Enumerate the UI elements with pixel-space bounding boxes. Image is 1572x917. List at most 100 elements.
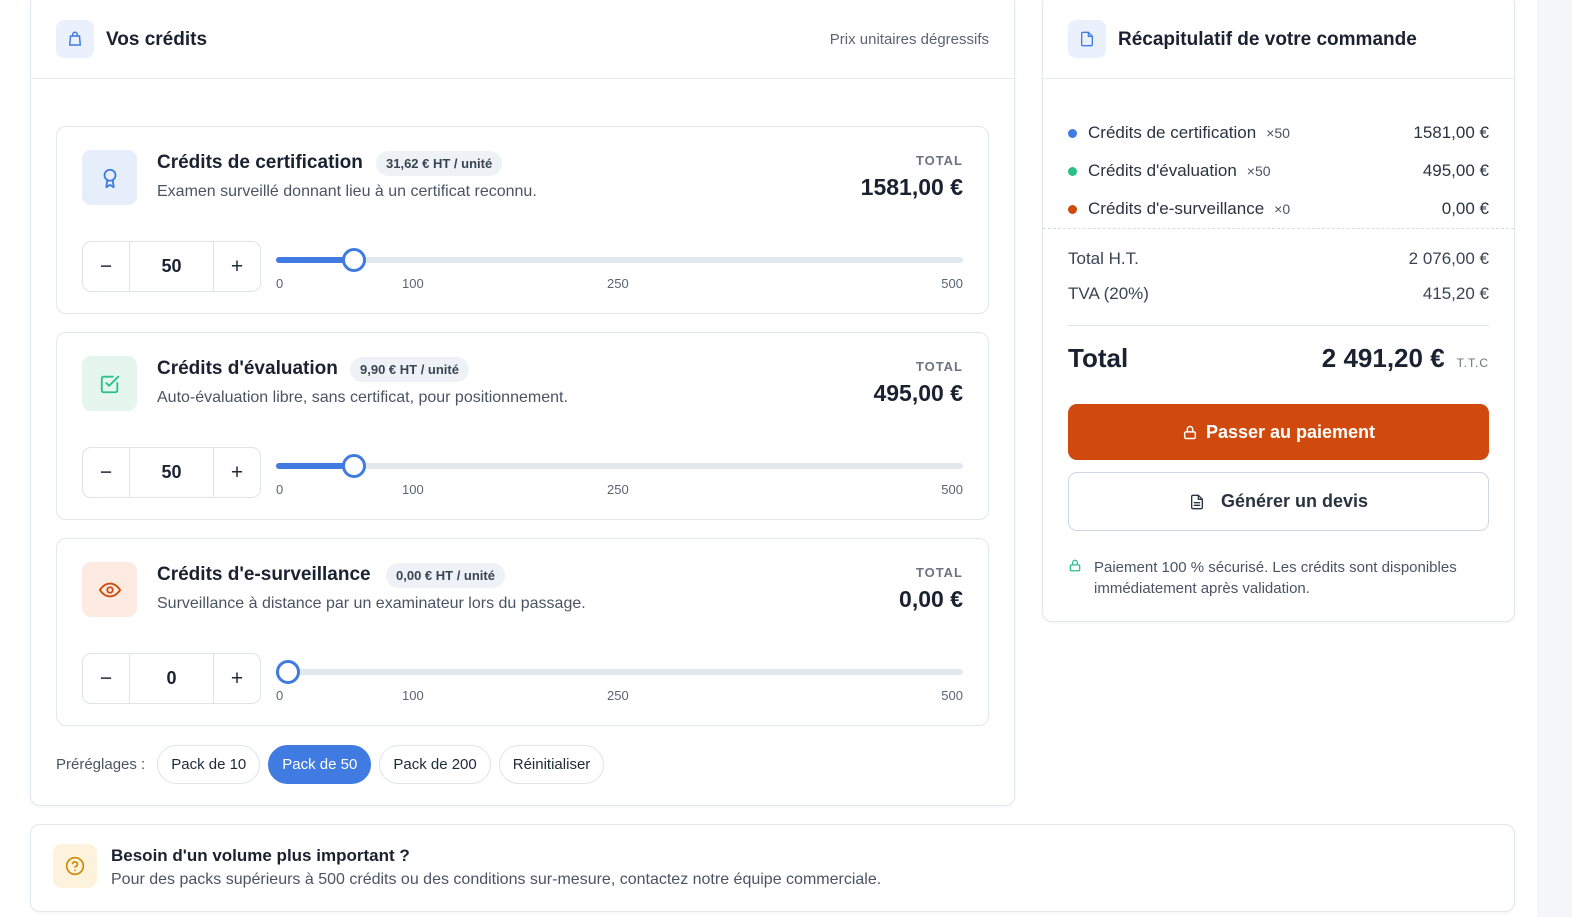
eye-icon xyxy=(82,562,137,617)
checkout-label: Passer au paiement xyxy=(1205,421,1376,442)
slider-tick: 250 xyxy=(607,276,629,291)
credit-title: Crédits de certification xyxy=(157,152,363,173)
award-icon xyxy=(82,150,137,205)
summary-line-label: Crédits d'évaluation xyxy=(1088,161,1237,180)
increment-button[interactable]: + xyxy=(214,448,260,497)
slider-thumb[interactable] xyxy=(342,248,367,272)
total-ht-value: 2 076,00 € xyxy=(1408,249,1489,268)
slider-tick: 100 xyxy=(402,276,424,291)
tva-value: 415,20 € xyxy=(1422,284,1489,303)
grand-total-value: 2 491,20 € xyxy=(1321,343,1445,373)
slider-track xyxy=(276,257,963,263)
summary-line-label: Crédits de certification xyxy=(1088,123,1257,142)
summary-line: Crédits d'évaluation ×50 495,00 € xyxy=(1068,159,1489,183)
summary-line: Crédits d'e-surveillance ×0 0,00 € xyxy=(1068,197,1489,221)
quantity-input[interactable]: 50 xyxy=(129,448,214,497)
checkout-button[interactable]: Passer au paiement xyxy=(1068,404,1489,460)
credit-description: Surveillance à distance par un examinate… xyxy=(157,595,586,612)
quantity-slider[interactable] xyxy=(276,660,963,684)
lock-icon xyxy=(1068,558,1082,599)
total-label: TOTAL xyxy=(915,153,963,168)
slider-track xyxy=(276,463,963,469)
slider-tick: 0 xyxy=(276,482,284,497)
presets-bar: Préréglages : Pack de 10 Pack de 50 Pack… xyxy=(56,744,605,784)
decrement-button[interactable]: − xyxy=(83,654,129,703)
document-icon xyxy=(1068,20,1106,58)
slider-tick: 0 xyxy=(276,688,284,703)
credits-card: Vos crédits Prix unitaires dégressifs Cr… xyxy=(30,0,1015,806)
lock-icon xyxy=(1182,424,1198,441)
credits-card-title: Vos crédits xyxy=(106,29,208,50)
preset-reset[interactable]: Réinitialiser xyxy=(498,744,605,784)
decrement-button[interactable]: − xyxy=(83,242,129,291)
quantity-slider[interactable] xyxy=(276,248,963,272)
secure-payment-note: Paiement 100 % sécurisé. Les crédits son… xyxy=(1068,557,1489,599)
increment-button[interactable]: + xyxy=(214,242,260,291)
help-circle-icon xyxy=(53,844,97,888)
help-text: Pour des packs supérieurs à 500 crédits … xyxy=(111,871,882,888)
summary-line-label: Crédits d'e-surveillance xyxy=(1088,199,1265,218)
volume-help-card: Besoin d'un volume plus important ? Pour… xyxy=(30,824,1515,912)
slider-tick: 250 xyxy=(607,482,629,497)
slider-tick: 100 xyxy=(402,482,424,497)
slider-tick: 0 xyxy=(276,276,284,291)
credit-title: Crédits d'e-surveillance xyxy=(157,564,371,585)
slider-tick: 250 xyxy=(607,688,629,703)
secure-note-text: Paiement 100 % sécurisé. Les crédits son… xyxy=(1094,559,1457,597)
total-ht-label: Total H.T. xyxy=(1068,249,1139,268)
grand-total-row: Total 2 491,20 € T.T.C xyxy=(1068,343,1489,377)
credit-item-evaluation: Crédits d'évaluation 9,90 € HT / unité A… xyxy=(56,332,989,520)
slider-tick: 500 xyxy=(941,688,963,703)
unit-price-badge: 9,90 € HT / unité xyxy=(350,357,469,382)
credit-description: Auto-évaluation libre, sans certificat, … xyxy=(157,389,568,406)
preset-pack-10[interactable]: Pack de 10 xyxy=(157,744,261,784)
total-label: TOTAL xyxy=(915,565,963,580)
slider-track xyxy=(276,669,963,675)
quantity-stepper: − 50 + xyxy=(82,241,261,292)
quantity-stepper: − 50 + xyxy=(82,447,261,498)
summary-line-amount: 0,00 € xyxy=(1441,199,1489,218)
slider-tick: 100 xyxy=(402,688,424,703)
credit-total: 0,00 € xyxy=(899,586,963,612)
divider xyxy=(1068,325,1489,326)
slider-ticks: 0 100 250 500 xyxy=(276,688,963,704)
color-dot xyxy=(1068,204,1077,214)
presets-label: Préréglages : xyxy=(56,755,146,773)
color-dot xyxy=(1068,128,1077,138)
credit-total: 1581,00 € xyxy=(860,174,963,200)
credit-description: Examen surveillé donnant lieu à un certi… xyxy=(157,183,537,200)
quantity-stepper: − 0 + xyxy=(82,653,261,704)
credit-title: Crédits d'évaluation xyxy=(157,358,338,379)
total-label: TOTAL xyxy=(915,359,963,374)
increment-button[interactable]: + xyxy=(214,654,260,703)
generate-quote-button[interactable]: Générer un devis xyxy=(1068,472,1489,531)
quantity-input[interactable]: 0 xyxy=(129,654,214,703)
decrement-button[interactable]: − xyxy=(83,448,129,497)
summary-line-qty: ×0 xyxy=(1274,201,1291,217)
summary-line-amount: 495,00 € xyxy=(1422,161,1489,180)
summary-header: Récapitulatif de votre commande xyxy=(1043,0,1514,79)
tva-row: TVA (20%) 415,20 € xyxy=(1068,284,1489,306)
slider-tick: 500 xyxy=(941,482,963,497)
summary-line-qty: ×50 xyxy=(1246,163,1271,179)
quantity-input[interactable]: 50 xyxy=(129,242,214,291)
credit-item-certification: Crédits de certification 31,62 € HT / un… xyxy=(56,126,989,314)
credits-card-header: Vos crédits Prix unitaires dégressifs xyxy=(31,0,1014,79)
tva-label: TVA (20%) xyxy=(1068,284,1149,303)
credit-item-e-surveillance: Crédits d'e-surveillance 0,00 € HT / uni… xyxy=(56,538,989,726)
quote-label: Générer un devis xyxy=(1220,491,1369,511)
check-square-icon xyxy=(82,356,137,411)
slider-thumb[interactable] xyxy=(342,454,367,478)
summary-line-qty: ×50 xyxy=(1266,125,1290,141)
slider-thumb[interactable] xyxy=(276,660,300,684)
bag-icon xyxy=(56,20,94,58)
preset-pack-200[interactable]: Pack de 200 xyxy=(379,744,491,784)
credit-total: 495,00 € xyxy=(873,380,963,406)
quantity-slider[interactable] xyxy=(276,454,963,478)
divider xyxy=(1043,228,1514,229)
color-dot xyxy=(1068,166,1077,176)
total-ht-row: Total H.T. 2 076,00 € xyxy=(1068,249,1489,271)
preset-pack-50[interactable]: Pack de 50 xyxy=(268,744,372,784)
help-title: Besoin d'un volume plus important ? xyxy=(111,846,410,865)
unit-price-badge: 0,00 € HT / unité xyxy=(386,563,505,588)
